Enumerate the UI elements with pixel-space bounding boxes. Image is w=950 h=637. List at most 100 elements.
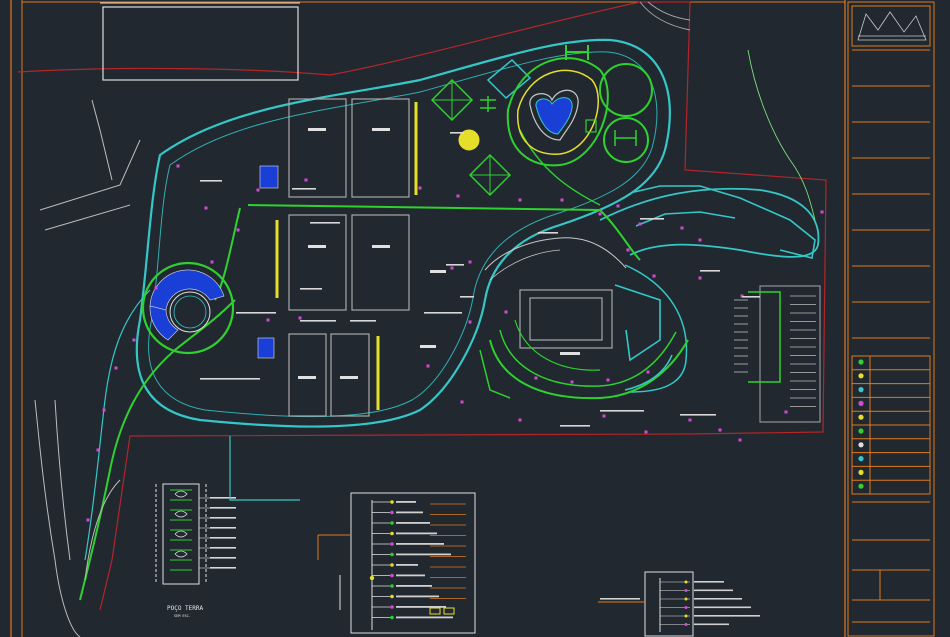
utility-marker-icon bbox=[698, 276, 702, 280]
riser-node-icon bbox=[390, 573, 394, 578]
panel-node-icon bbox=[684, 597, 688, 601]
utility-marker-icon bbox=[688, 418, 692, 422]
utility-marker-icon bbox=[644, 430, 648, 434]
utility-marker-icon bbox=[504, 310, 508, 314]
annotation-text-stub bbox=[292, 188, 316, 190]
detail-leader-text-stub bbox=[210, 537, 236, 539]
utility-marker-icon bbox=[114, 366, 118, 370]
annotation-text-stub bbox=[424, 312, 462, 314]
panel-text-stub bbox=[694, 623, 729, 626]
utility-marker-icon bbox=[456, 194, 460, 198]
utility-marker-icon bbox=[418, 186, 422, 190]
detail-title: POÇO TERRA bbox=[167, 605, 204, 612]
legend-symbol-icon bbox=[858, 359, 864, 365]
utility-marker-icon bbox=[638, 222, 642, 226]
utility-marker-icon bbox=[468, 320, 472, 324]
utility-marker-icon bbox=[626, 248, 630, 252]
utility-marker-icon bbox=[518, 198, 522, 202]
riser-node-icon bbox=[390, 615, 394, 620]
annotation-text-stub bbox=[700, 270, 720, 272]
panel-node-icon bbox=[684, 614, 688, 618]
utility-marker-icon bbox=[204, 206, 208, 210]
legend-symbol-icon bbox=[858, 400, 864, 406]
annotation-text-stub bbox=[350, 320, 376, 322]
riser-node-icon bbox=[390, 531, 394, 536]
annotation-text-stub bbox=[446, 264, 464, 266]
utility-marker-icon bbox=[426, 364, 430, 368]
utility-marker-icon bbox=[518, 418, 522, 422]
riser-node-icon bbox=[390, 605, 394, 609]
utility-marker-icon bbox=[96, 448, 100, 452]
riser-text-stub bbox=[396, 564, 418, 566]
detail-subtitle: SEM ESC. bbox=[174, 614, 191, 618]
utility-marker-icon bbox=[820, 210, 824, 214]
riser-text-stub bbox=[396, 522, 430, 524]
panel-text-stub bbox=[694, 581, 724, 583]
annotation-text-stub bbox=[300, 320, 336, 322]
utility-marker-icon bbox=[266, 318, 270, 322]
utility-marker-icon bbox=[176, 164, 180, 168]
detail-leader-text-stub bbox=[210, 567, 236, 569]
utility-marker-icon bbox=[132, 338, 136, 342]
utility-marker-icon bbox=[210, 260, 214, 264]
annotation-text-stub bbox=[600, 410, 644, 412]
legend-symbol-icon bbox=[858, 387, 864, 393]
utility-marker-icon bbox=[784, 410, 788, 414]
panel-node-icon bbox=[684, 606, 688, 609]
annotation-text-stub bbox=[640, 218, 664, 220]
riser-node-icon bbox=[390, 584, 394, 588]
annotation-text-stub bbox=[200, 180, 222, 182]
riser-text-stub bbox=[396, 553, 451, 556]
riser-text-stub bbox=[396, 501, 416, 503]
detail-leader-text-stub bbox=[210, 547, 236, 549]
panel-node-icon bbox=[684, 580, 688, 584]
legend-symbol-icon bbox=[858, 469, 864, 475]
utility-marker-icon bbox=[738, 438, 742, 442]
riser-node-icon bbox=[390, 552, 394, 557]
utility-marker-icon bbox=[450, 266, 454, 270]
utility-marker-icon bbox=[652, 274, 656, 278]
riser-node-icon bbox=[390, 500, 394, 504]
panel-text-stub bbox=[694, 615, 760, 617]
riser-text-stub bbox=[396, 543, 444, 545]
legend-symbol-icon bbox=[858, 483, 864, 489]
riser-text-stub bbox=[396, 532, 437, 535]
utility-marker-icon bbox=[680, 226, 684, 230]
legend-symbol-icon bbox=[858, 414, 864, 420]
utility-marker-icon bbox=[602, 414, 606, 418]
riser-ground-icon bbox=[369, 575, 375, 581]
utility-marker-icon bbox=[86, 518, 90, 522]
annotation-text-stub bbox=[742, 296, 760, 298]
detail-leader-text-stub bbox=[210, 527, 236, 529]
cad-drawing-canvas[interactable]: POÇO TERRA SEM ESC. bbox=[0, 0, 950, 637]
detail-leader-text-stub bbox=[210, 517, 236, 519]
legend-symbol-icon bbox=[858, 442, 864, 448]
annotation-text-stub bbox=[538, 232, 558, 234]
utility-marker-icon bbox=[154, 286, 158, 290]
detail-leader-text-stub bbox=[210, 507, 236, 509]
utility-marker-icon bbox=[698, 238, 702, 242]
utility-marker-icon bbox=[646, 370, 650, 374]
utility-marker-icon bbox=[570, 380, 574, 384]
utility-marker-icon bbox=[256, 188, 260, 192]
riser-text-stub bbox=[396, 616, 453, 619]
utility-marker-icon bbox=[718, 428, 722, 432]
annotation-text-stub bbox=[460, 296, 474, 298]
annotation-text-stub bbox=[200, 378, 260, 380]
riser-node-icon bbox=[390, 542, 394, 546]
detail-leader-text-stub bbox=[210, 557, 236, 559]
riser-node-icon bbox=[390, 510, 394, 515]
utility-marker-icon bbox=[598, 212, 602, 216]
panel-node-icon bbox=[684, 623, 688, 626]
riser-text-stub bbox=[396, 595, 439, 598]
annotation-text-stub bbox=[300, 288, 322, 290]
riser-node-icon bbox=[390, 563, 394, 567]
utility-marker-icon bbox=[606, 378, 610, 382]
annotation-text-stub bbox=[450, 132, 464, 134]
utility-marker-icon bbox=[616, 204, 620, 208]
utility-marker-icon bbox=[236, 228, 240, 232]
detail-leader-text-stub bbox=[210, 497, 236, 499]
legend-symbol-icon bbox=[858, 373, 864, 379]
panel-node-icon bbox=[684, 589, 688, 592]
utility-marker-icon bbox=[298, 316, 302, 320]
